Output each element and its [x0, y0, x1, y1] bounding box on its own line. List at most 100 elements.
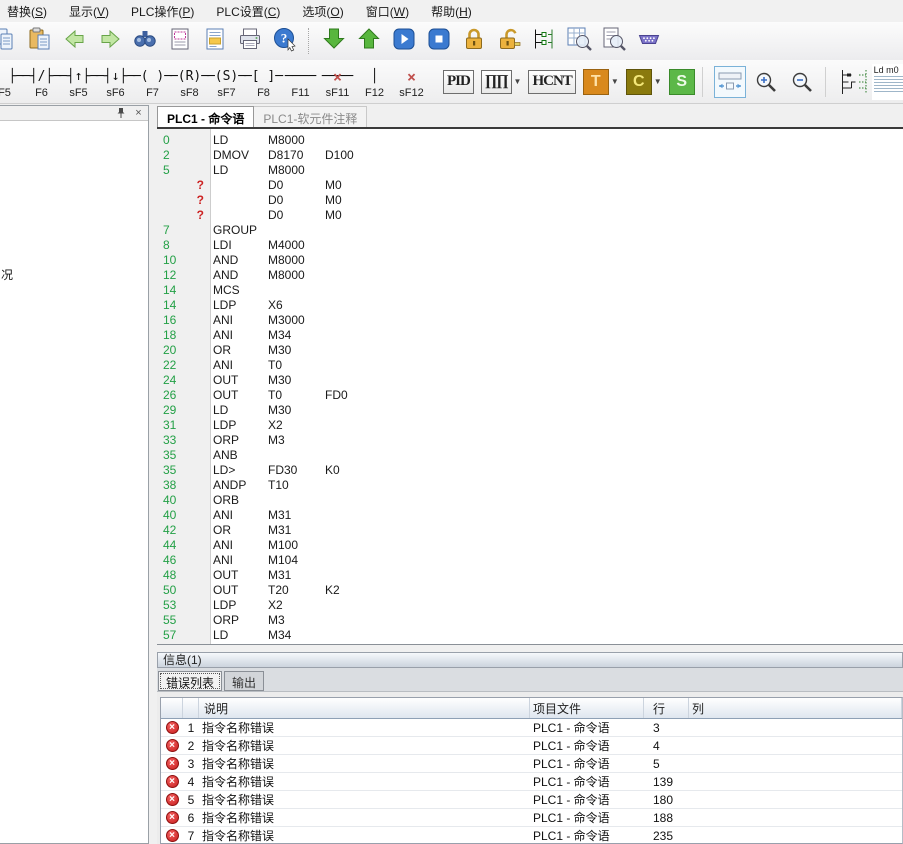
menu-item-window[interactable]: 窗口(W) [355, 0, 420, 23]
help-button[interactable]: ? [267, 25, 302, 57]
zoom-out-button[interactable] [786, 66, 818, 98]
code-line[interactable]: 10ANDM8000 [157, 253, 903, 268]
tab-plc1-device-comment[interactable]: PLC1-软元件注释 [254, 106, 367, 127]
code-line[interactable]: 18ANIM34 [157, 328, 903, 343]
reset-coil-button[interactable]: ─(R)─sF8 [171, 67, 208, 99]
error-row[interactable]: ×5指令名称错误PLC1 - 命令语180 [161, 791, 902, 809]
run-button[interactable] [386, 25, 421, 57]
timer-dropdown-icon[interactable]: ▼ [611, 77, 619, 86]
code-area[interactable]: 0LDM80002DMOVD8170D1005LDM8000?D0M0?D0M0… [157, 129, 903, 645]
open-contact-button[interactable]: ─┤ ├─F5 [0, 67, 23, 99]
coil-button[interactable]: ─( )─F7 [134, 67, 171, 99]
error-row[interactable]: ×7指令名称错误PLC1 - 命令语235 [161, 827, 902, 844]
vline-delete-button[interactable]: ×sF12 [393, 67, 430, 99]
paste-button[interactable] [22, 25, 57, 57]
menu-item-view[interactable]: 显示(V) [58, 0, 120, 23]
instruction-list-view-button[interactable]: Ld m0 [874, 66, 903, 98]
code-line[interactable]: 55ORPM3 [157, 613, 903, 628]
code-line[interactable]: 22ANIT0 [157, 358, 903, 373]
code-line[interactable]: 57LDM34 [157, 628, 903, 643]
code-line[interactable]: ?D0M0 [157, 208, 903, 223]
error-row[interactable]: ×6指令名称错误PLC1 - 命令语188 [161, 809, 902, 827]
code-line[interactable]: 12ANDM8000 [157, 268, 903, 283]
header-description[interactable]: 说明 [199, 698, 530, 718]
copy-button[interactable] [0, 25, 22, 57]
download-button[interactable] [316, 25, 351, 57]
vline-button[interactable]: │F12 [356, 67, 393, 99]
menu-item-plc-config[interactable]: PLC设置(C) [205, 0, 291, 23]
print-button[interactable] [232, 25, 267, 57]
code-line[interactable]: 48OUTM31 [157, 568, 903, 583]
upload-button[interactable] [351, 25, 386, 57]
print-preview-button[interactable] [162, 25, 197, 57]
com-port-button[interactable] [631, 25, 666, 57]
nav-forward-button[interactable] [92, 25, 127, 57]
menu-item-help[interactable]: 帮助(H) [420, 0, 483, 23]
code-line[interactable]: 35ANB [157, 448, 903, 463]
header-column[interactable]: 列 [689, 698, 902, 718]
set-coil-button[interactable]: ─(S)─sF7 [208, 67, 245, 99]
stop-button[interactable] [421, 25, 456, 57]
hline-delete-button[interactable]: ────×sF11 [319, 67, 356, 99]
code-line[interactable]: 31LDPX2 [157, 418, 903, 433]
code-line[interactable]: 20ORM30 [157, 343, 903, 358]
code-line[interactable]: 53LDPX2 [157, 598, 903, 613]
error-row[interactable]: ×4指令名称错误PLC1 - 命令语139 [161, 773, 902, 791]
code-line[interactable]: 35LD>FD30K0 [157, 463, 903, 478]
table-find-button[interactable] [561, 25, 596, 57]
code-line[interactable]: 40ORB [157, 493, 903, 508]
pulse-button[interactable]: ∏∏ [481, 70, 512, 94]
code-line[interactable]: 29LDM30 [157, 403, 903, 418]
close-icon[interactable]: × [133, 108, 144, 119]
counter-dropdown-icon[interactable]: ▼ [654, 77, 662, 86]
header-project-file[interactable]: 项目文件 [530, 698, 644, 718]
state-button[interactable]: S [669, 69, 695, 95]
error-row[interactable]: ×1指令名称错误PLC1 - 命令语3 [161, 719, 902, 737]
screen-fit-button[interactable] [714, 66, 746, 98]
pin-icon[interactable] [115, 108, 126, 119]
code-line[interactable]: 38ANDPT10 [157, 478, 903, 493]
code-line[interactable]: ?D0M0 [157, 178, 903, 193]
menu-item-plc-operate[interactable]: PLC操作(P) [120, 0, 205, 23]
code-line[interactable]: 5LDM8000 [157, 163, 903, 178]
code-line[interactable]: 26OUTT0FD0 [157, 388, 903, 403]
code-line[interactable]: 7GROUP [157, 223, 903, 238]
hline-button[interactable]: ────F11 [282, 67, 319, 99]
document-button[interactable] [197, 25, 232, 57]
unlock-button[interactable] [491, 25, 526, 57]
pulse-dropdown-icon[interactable]: ▼ [514, 77, 522, 86]
pid-button[interactable]: PID [443, 70, 474, 94]
code-line[interactable]: 24OUTM30 [157, 373, 903, 388]
code-line[interactable]: 16ANIM3000 [157, 313, 903, 328]
function-block-button[interactable]: ─[ ]─F8 [245, 67, 282, 99]
tab-output[interactable]: 输出 [224, 671, 264, 691]
code-line[interactable]: 2DMOVD8170D100 [157, 148, 903, 163]
timer-button[interactable]: T [583, 69, 609, 95]
code-line[interactable]: 50OUTT20K2 [157, 583, 903, 598]
counter-button[interactable]: C [626, 69, 652, 95]
header-row[interactable]: 行 [644, 698, 689, 718]
code-line[interactable]: 46ANIM104 [157, 553, 903, 568]
ladder-config-button[interactable] [526, 25, 561, 57]
falling-contact-button[interactable]: ─┤↓├─sF6 [97, 67, 134, 99]
rising-contact-button[interactable]: ─┤↑├─sF5 [60, 67, 97, 99]
menu-item-replace[interactable]: 替换(S) [0, 0, 58, 23]
code-line[interactable]: 0LDM8000 [157, 133, 903, 148]
error-row[interactable]: ×3指令名称错误PLC1 - 命令语5 [161, 755, 902, 773]
tab-error-list[interactable]: 错误列表 [158, 671, 222, 691]
nav-back-button[interactable] [57, 25, 92, 57]
hcnt-button[interactable]: HCNT [528, 70, 575, 94]
code-line[interactable]: 42ORM31 [157, 523, 903, 538]
menu-item-options[interactable]: 选项(O) [291, 0, 354, 23]
error-row[interactable]: ×2指令名称错误PLC1 - 命令语4 [161, 737, 902, 755]
closed-contact-button[interactable]: ─┤/├─F6 [23, 67, 60, 99]
lock-button[interactable] [456, 25, 491, 57]
code-line[interactable]: 8LDIM4000 [157, 238, 903, 253]
zoom-in-button[interactable] [750, 66, 782, 98]
code-line[interactable]: 44ANIM100 [157, 538, 903, 553]
ladder-view-button[interactable] [838, 66, 870, 98]
code-line[interactable]: 40ANIM31 [157, 508, 903, 523]
tab-plc1-instruction-list[interactable]: PLC1 - 命令语 [157, 106, 254, 127]
code-line[interactable]: 33ORPM3 [157, 433, 903, 448]
code-line[interactable]: 14LDPX6 [157, 298, 903, 313]
